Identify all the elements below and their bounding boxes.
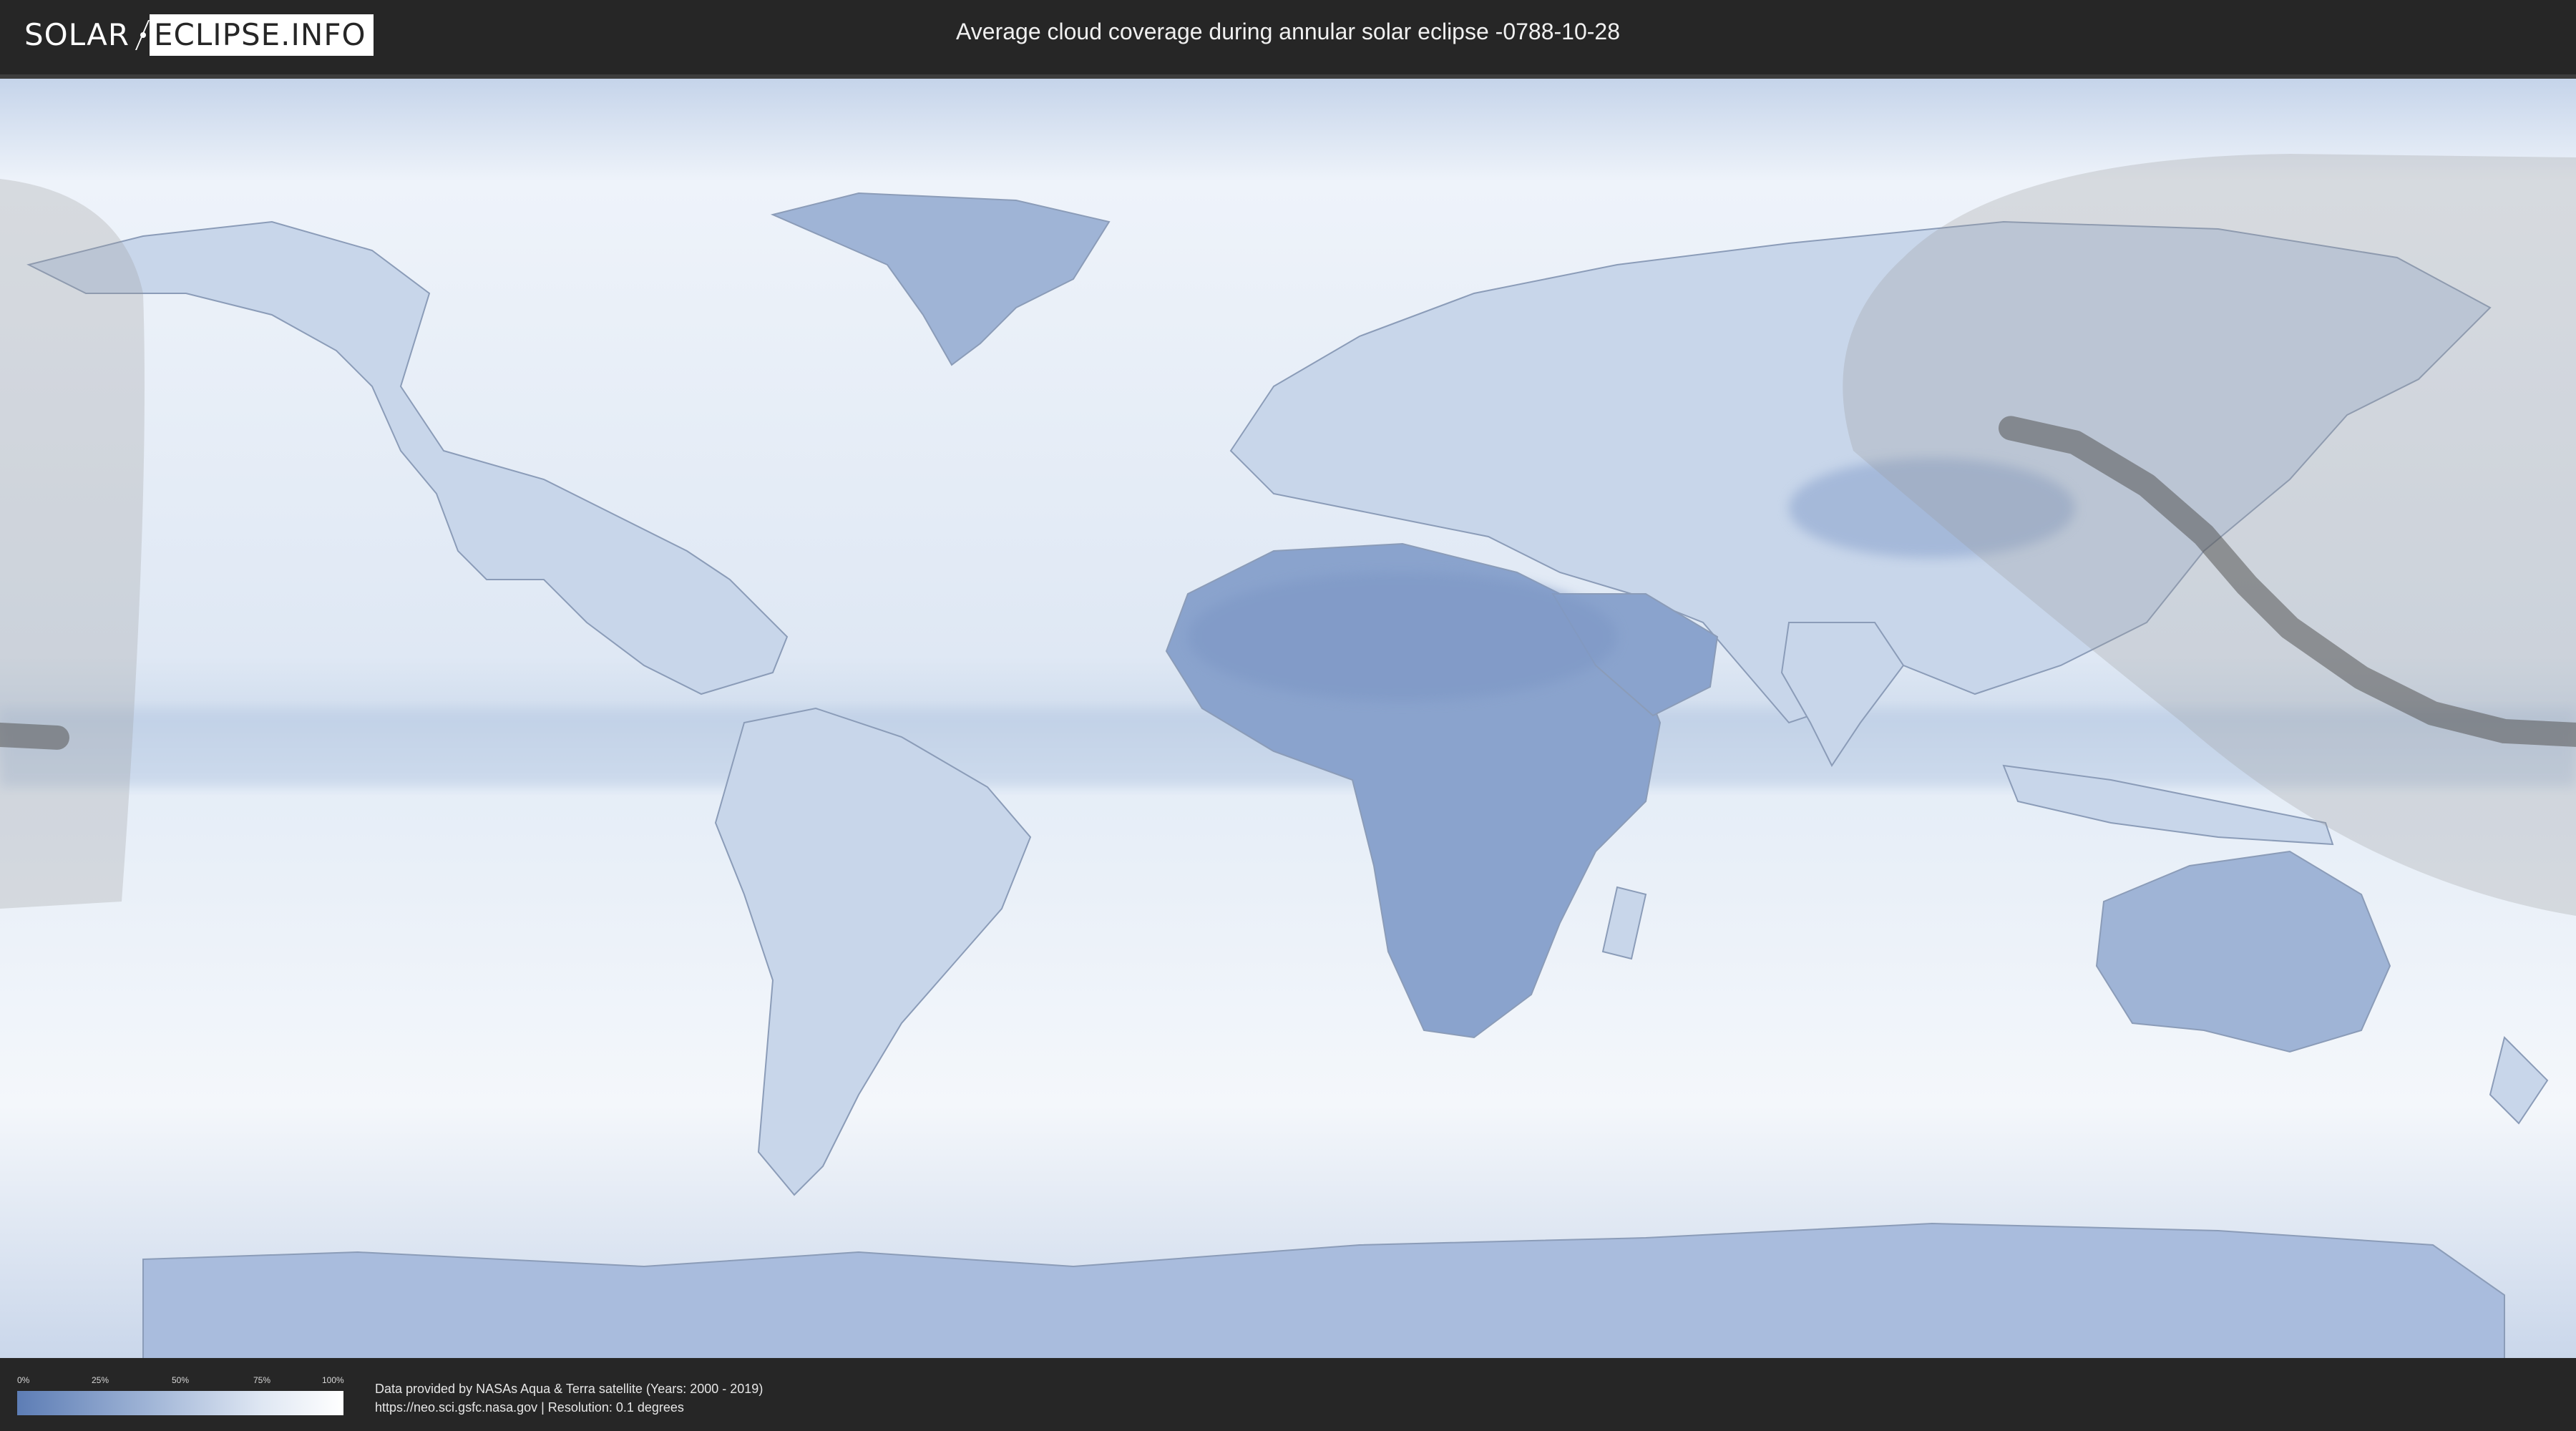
- legend-tick-75: 75%: [253, 1375, 271, 1385]
- legend-tick-100: 100%: [322, 1375, 344, 1385]
- cloud-coverage-legend: 0% 25% 50% 75% 100%: [17, 1375, 344, 1415]
- legend-tick-25: 25%: [92, 1375, 109, 1385]
- cloud-coverage-map[interactable]: [0, 74, 2576, 1358]
- eclipse-central-path-west: [0, 722, 69, 750]
- credits-line-2[interactable]: https://neo.sci.gsfc.nasa.gov | Resoluti…: [375, 1398, 763, 1417]
- data-credits: Data provided by NASAs Aqua & Terra sate…: [375, 1379, 763, 1417]
- credits-line-1: Data provided by NASAs Aqua & Terra sate…: [375, 1382, 763, 1396]
- legend-tick-0: 0%: [17, 1375, 30, 1385]
- page-title: Average cloud coverage during annular so…: [956, 19, 1620, 44]
- arid-region-sahara: [1188, 572, 1617, 701]
- legend-color-bar: [17, 1391, 343, 1415]
- header-bar: SOLAR ECLIPSE.INFO Average cloud coverag…: [0, 0, 2576, 72]
- eclipse-penumbra-west: [0, 179, 145, 909]
- legend-tick-50: 50%: [172, 1375, 190, 1385]
- footer-bar: 0% 25% 50% 75% 100% Data provided by NAS…: [0, 1358, 2576, 1431]
